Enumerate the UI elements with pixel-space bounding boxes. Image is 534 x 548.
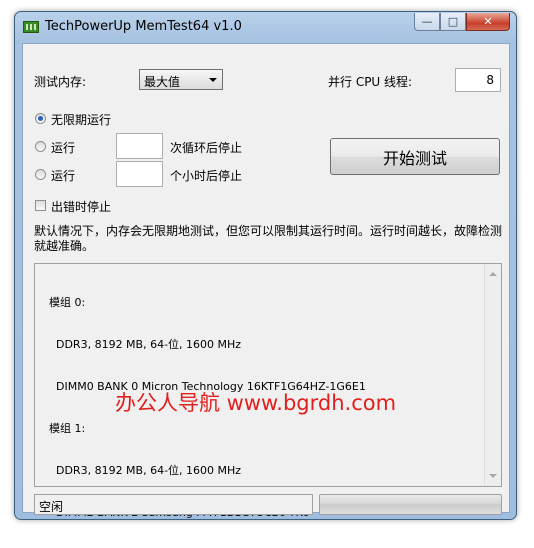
progress-bar: [319, 494, 502, 515]
log-scrollbar[interactable]: [484, 264, 501, 486]
memory-chip-icon: [23, 21, 39, 33]
chevron-down-icon: [209, 78, 217, 82]
run-loops-suffix: 次循环后停止: [170, 141, 243, 155]
app-window: TechPowerUp MemTest64 v1.0 — □ ✕ 测试内存: 最…: [14, 11, 517, 520]
memory-select[interactable]: 最大值: [139, 69, 223, 90]
scroll-up-icon[interactable]: [489, 272, 497, 276]
hours-input[interactable]: [116, 161, 163, 187]
run-hours-suffix: 个小时后停止: [170, 169, 243, 183]
run-loops-prefix: 运行: [51, 141, 76, 155]
log-line: DDR3, 8192 MB, 64-位, 1600 MHz: [49, 338, 242, 351]
status-text: 空闲: [39, 500, 64, 514]
loops-input[interactable]: [116, 133, 163, 159]
log-line: 模组 1:: [49, 422, 86, 435]
threads-input-value: 8: [486, 73, 494, 87]
threads-input[interactable]: 8: [455, 68, 501, 92]
radio-run-hours[interactable]: [35, 169, 46, 180]
log-line: DDR3, 8192 MB, 64-位, 1600 MHz: [49, 464, 242, 477]
log-line: 模组 0:: [49, 296, 86, 309]
maximize-button[interactable]: □: [440, 13, 466, 31]
radio-unlimited-label: 无限期运行: [51, 113, 112, 127]
minimize-button[interactable]: —: [414, 13, 440, 31]
radio-unlimited[interactable]: [35, 113, 46, 124]
title-bar[interactable]: TechPowerUp MemTest64 v1.0 — □ ✕: [15, 12, 516, 44]
log-panel[interactable]: 模组 0: DDR3, 8192 MB, 64-位, 1600 MHz DIMM…: [34, 263, 502, 519]
window-title: TechPowerUp MemTest64 v1.0: [45, 19, 242, 34]
watermark-text: 办公人导航 www.bgrdh.com: [115, 391, 397, 415]
memory-select-value: 最大值: [144, 75, 181, 89]
caption-buttons: — □ ✕: [414, 13, 510, 31]
close-button[interactable]: ✕: [466, 13, 510, 31]
start-test-button[interactable]: 开始测试: [330, 138, 500, 175]
scroll-down-icon[interactable]: [489, 474, 497, 478]
client-area: 测试内存: 最大值 并行 CPU 线程: 8 无限期运行 运行 次循环后停止 运…: [22, 43, 510, 519]
threads-label: 并行 CPU 线程:: [328, 75, 413, 89]
memory-label: 测试内存:: [34, 75, 87, 89]
status-bar: 空闲: [34, 494, 313, 515]
description-text: 默认情况下，内存会无限期地测试，但您可以限制其运行时间。运行时间越长，故障检测就…: [34, 224, 503, 253]
stop-on-error-label: 出错时停止: [51, 200, 112, 214]
stop-on-error-checkbox[interactable]: [35, 200, 46, 211]
run-hours-prefix: 运行: [51, 169, 76, 183]
radio-run-loops[interactable]: [35, 141, 46, 152]
